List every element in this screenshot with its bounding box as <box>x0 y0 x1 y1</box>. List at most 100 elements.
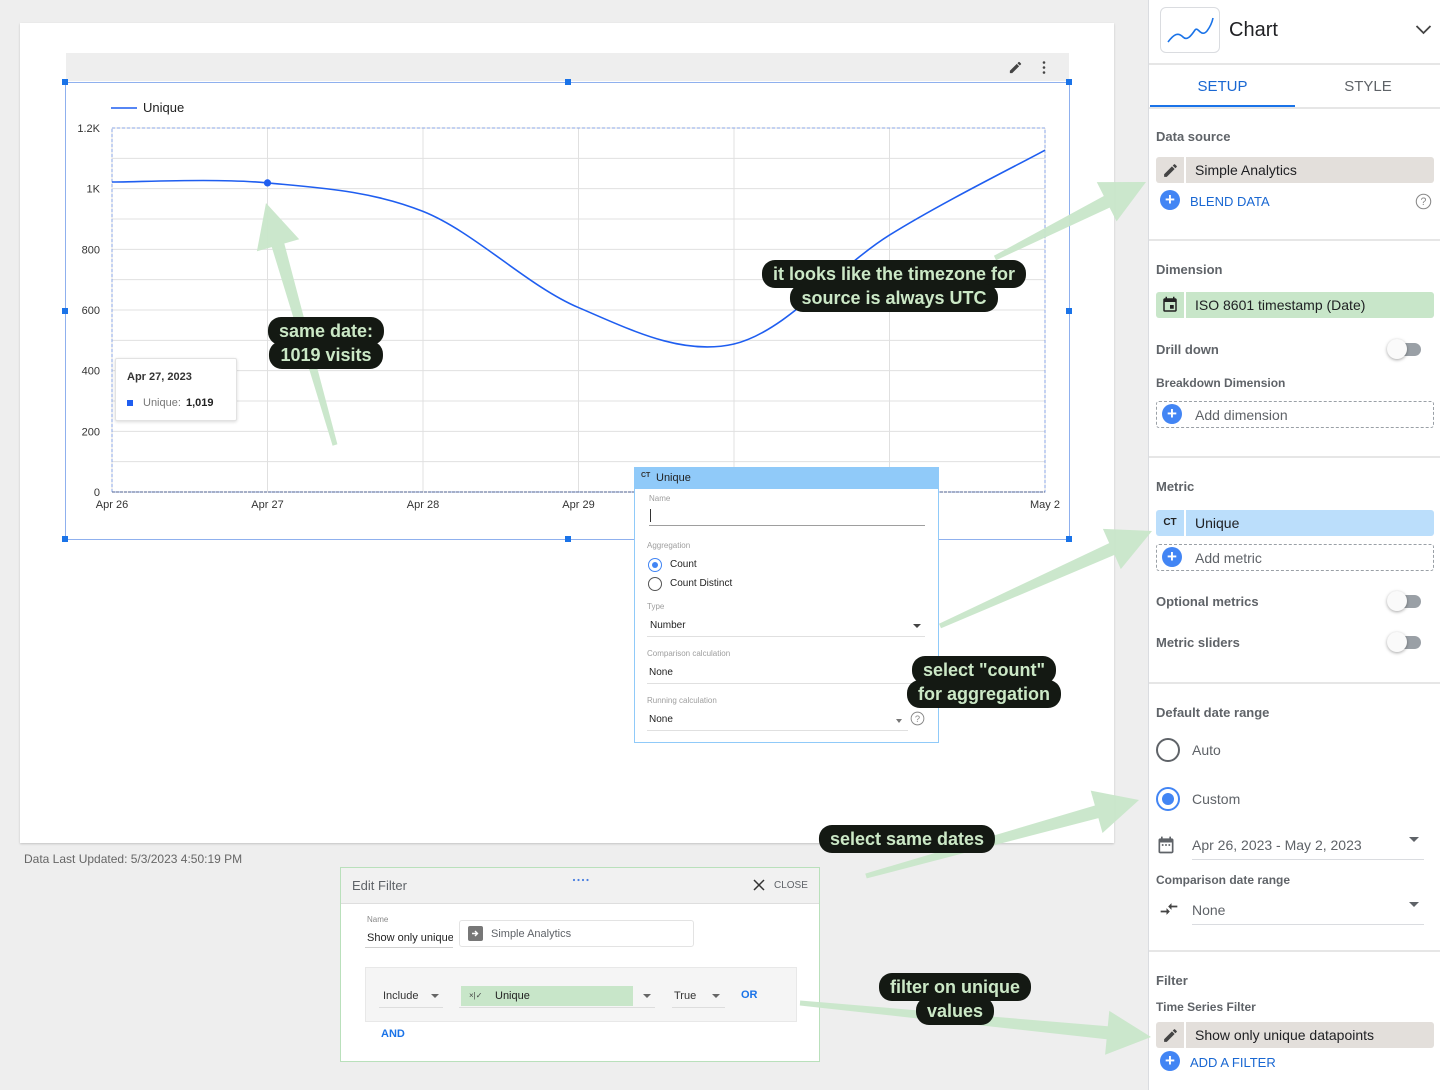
blend-data-button[interactable]: + BLEND DATA <box>1160 190 1280 212</box>
metric-sliders-label: Metric sliders <box>1156 635 1240 650</box>
add-filter-label: ADD A FILTER <box>1190 1055 1276 1070</box>
tooltip-date: Apr 27, 2023 <box>127 371 192 383</box>
radio-custom-label[interactable]: Custom <box>1192 792 1240 806</box>
metric-name-input[interactable] <box>648 506 925 524</box>
filter-data-source[interactable]: Simple Analytics <box>459 920 694 947</box>
radio-count[interactable] <box>648 558 662 572</box>
chart-type-label: Chart <box>1229 19 1278 41</box>
comparison-date-range-select[interactable]: None <box>1192 897 1424 924</box>
date-range-icon <box>1156 835 1176 860</box>
divider <box>1149 682 1440 684</box>
y-tick-label: 1K <box>87 184 101 196</box>
dropdown-arrow-icon <box>913 624 921 628</box>
annotation-line: same date: <box>267 317 385 345</box>
svg-text:?: ? <box>915 714 920 724</box>
pencil-icon[interactable] <box>1008 60 1023 80</box>
filter-chip[interactable]: Show only unique datapoints <box>1156 1022 1434 1048</box>
optional-metrics-label: Optional metrics <box>1156 594 1259 609</box>
filter-value: Show only unique datapoints <box>1195 1027 1375 1043</box>
radio-auto-label[interactable]: Auto <box>1192 743 1221 757</box>
comparison-calc-select[interactable]: None <box>647 663 925 683</box>
metric-edit-popup: CT Unique Name Aggregation Count Count D… <box>634 467 939 743</box>
chart-component-header <box>66 53 1069 81</box>
drill-down-toggle[interactable] <box>1387 339 1423 359</box>
value-select[interactable]: True <box>672 984 725 1008</box>
divider <box>1149 456 1440 458</box>
text-cursor <box>650 509 651 522</box>
optional-metrics-toggle[interactable] <box>1387 591 1423 611</box>
radio-count-label[interactable]: Count <box>670 560 697 570</box>
edit-filter-dialog: Edit Filter CLOSE Name Simple Analytics … <box>340 867 820 1062</box>
date-range-select[interactable]: Apr 26, 2023 - May 2, 2023 <box>1192 832 1424 859</box>
calendar-icon <box>1156 292 1186 318</box>
running-calc-select[interactable]: None <box>647 710 909 730</box>
drag-handle-icon[interactable] <box>572 869 590 887</box>
tab-setup[interactable]: SETUP <box>1150 65 1295 107</box>
legend-label[interactable]: Unique <box>143 100 184 115</box>
dropdown-arrow-icon <box>712 994 720 998</box>
radio-count-distinct[interactable] <box>648 577 662 591</box>
radio-count-distinct-label[interactable]: Count Distinct <box>670 579 732 589</box>
metric-sliders-toggle[interactable] <box>1387 632 1423 652</box>
blend-data-label: BLEND DATA <box>1190 194 1270 209</box>
annotation-line: 1019 visits <box>269 341 383 369</box>
radio-auto[interactable] <box>1156 738 1180 762</box>
filter-name-input[interactable] <box>365 928 453 948</box>
data-source-chip[interactable]: Simple Analytics <box>1156 157 1434 183</box>
metric-label: Metric <box>1156 479 1195 494</box>
metric-chip[interactable]: CT Unique <box>1156 510 1434 536</box>
time-series-filter-label: Time Series Filter <box>1156 1000 1256 1014</box>
tab-style-label: STYLE <box>1344 77 1392 95</box>
svg-text:?: ? <box>1421 196 1427 208</box>
chart-type-picker[interactable] <box>1160 7 1220 53</box>
field-name: Unique <box>495 990 530 1002</box>
annotation-timezone: it looks like the timezone for source is… <box>761 260 1027 312</box>
include-select[interactable]: Include <box>379 984 443 1008</box>
tooltip-series-label: Unique: <box>143 397 181 409</box>
tooltip-series-swatch <box>127 400 133 406</box>
help-icon[interactable]: ? <box>910 711 925 731</box>
close-label: CLOSE <box>774 880 808 891</box>
metric-popup-header: CT Unique <box>635 468 938 489</box>
breakdown-dimension-label: Breakdown Dimension <box>1156 376 1286 390</box>
add-metric-button[interactable]: + Add metric <box>1156 544 1434 571</box>
and-button[interactable]: AND <box>381 1029 405 1040</box>
metric-type-badge: CT <box>1156 510 1186 536</box>
field-chip: ×|✓ Unique <box>461 986 633 1006</box>
x-tick-label: Apr 26 <box>96 499 128 511</box>
add-metric-label: Add metric <box>1195 550 1262 566</box>
add-filter-button[interactable]: + ADD A FILTER <box>1160 1051 1290 1073</box>
type-select[interactable]: Number <box>647 616 925 636</box>
field-select[interactable]: ×|✓ Unique <box>459 984 655 1008</box>
default-date-range-label: Default date range <box>1156 705 1270 720</box>
more-vert-icon[interactable] <box>1041 60 1047 80</box>
x-tick-label: May 2 <box>1030 499 1060 511</box>
aggregation-label: Aggregation <box>647 541 691 550</box>
drill-down-label: Drill down <box>1156 342 1219 357</box>
add-circle-icon: + <box>1162 547 1182 567</box>
chevron-down-icon[interactable] <box>1415 22 1432 40</box>
radio-custom[interactable] <box>1156 787 1180 811</box>
metric-popup-title: Unique <box>656 472 691 484</box>
help-icon[interactable]: ? <box>1415 193 1432 215</box>
metric-value: Unique <box>1195 515 1240 531</box>
annotation-same-date: same date: 1019 visits <box>267 317 385 369</box>
dropdown-arrow-icon <box>896 719 902 723</box>
x-tick-label: Apr 29 <box>562 499 594 511</box>
annotation-line: source is always UTC <box>790 284 998 312</box>
filter-label: Filter <box>1156 973 1188 988</box>
pencil-icon[interactable] <box>1156 157 1186 183</box>
add-dimension-label: Add dimension <box>1195 407 1288 423</box>
close-button[interactable]: CLOSE <box>752 877 812 895</box>
include-value: Include <box>383 990 419 1002</box>
dimension-chip[interactable]: ISO 8601 timestamp (Date) <box>1156 292 1434 318</box>
divider <box>1149 950 1440 952</box>
pencil-icon[interactable] <box>1156 1022 1186 1048</box>
tab-style[interactable]: STYLE <box>1295 65 1440 107</box>
highlighted-data-point[interactable] <box>263 179 272 187</box>
data-source-name: Simple Analytics <box>491 928 572 940</box>
add-dimension-button[interactable]: + Add dimension <box>1156 401 1434 428</box>
data-source-value: Simple Analytics <box>1195 162 1297 178</box>
or-button[interactable]: OR <box>741 990 758 1001</box>
running-calc-value: None <box>649 714 673 725</box>
